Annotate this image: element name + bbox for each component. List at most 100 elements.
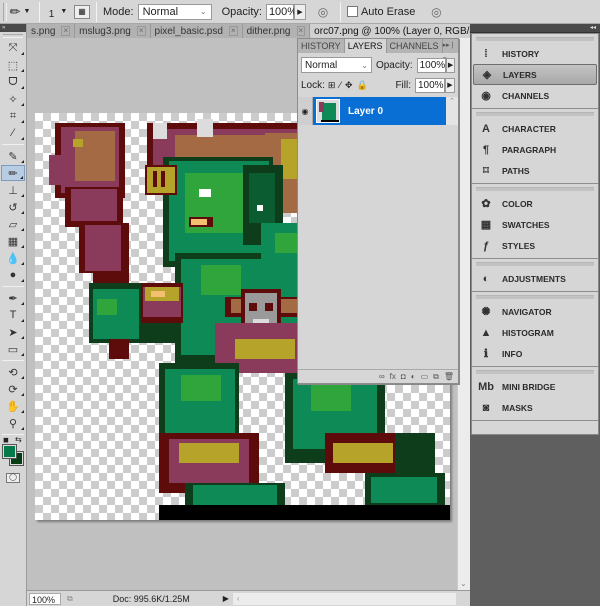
crop-tool[interactable]: ⌗ bbox=[1, 108, 25, 124]
quick-mask-button[interactable]: ◯ bbox=[6, 473, 20, 483]
mode-select[interactable]: Normal ⌄ bbox=[137, 3, 212, 20]
history-brush-tool[interactable]: ↺ bbox=[1, 199, 25, 215]
new-layer-icon[interactable]: ⧉ bbox=[433, 372, 439, 382]
opacity-input[interactable]: 100% bbox=[265, 3, 297, 20]
link-layers-icon[interactable]: ∞ bbox=[379, 372, 385, 381]
type-tool[interactable]: T bbox=[1, 307, 25, 323]
opacity-slider-toggle[interactable]: ▶ bbox=[293, 3, 306, 20]
tool-flyout-indicator bbox=[21, 228, 24, 231]
panel-menu-icon[interactable]: ▸▸ | ≡ bbox=[443, 39, 458, 63]
tablet-pressure-size-icon[interactable]: ◎ bbox=[425, 5, 447, 19]
dock-group-grip[interactable] bbox=[476, 37, 594, 41]
marquee-tool[interactable]: ⬚ bbox=[1, 57, 25, 73]
dock-item-color[interactable]: ✿ COLOR bbox=[473, 193, 597, 214]
dock-item-layers[interactable]: ◈ LAYERS bbox=[473, 64, 597, 85]
layer-row[interactable]: ◉ Layer 0 ⌃ bbox=[298, 97, 458, 125]
delete-layer-icon[interactable]: 🗑 bbox=[444, 372, 454, 381]
layer-opacity-slider-toggle[interactable]: ▶ bbox=[446, 57, 455, 73]
pencil-tool-preset-icon[interactable]: ✏ ▼ bbox=[7, 4, 33, 20]
adjustment-layer-icon[interactable]: ◐ bbox=[411, 372, 416, 381]
document-tab[interactable]: mslug3.png × bbox=[75, 24, 151, 38]
hand-tool[interactable]: ✋ bbox=[1, 398, 25, 414]
layer-item-selected[interactable]: Layer 0 bbox=[313, 97, 446, 125]
zoom-level-field[interactable]: 100% bbox=[29, 592, 61, 605]
healing-brush-tool[interactable]: ✎ bbox=[1, 148, 25, 164]
fill-slider-toggle[interactable]: ▶ bbox=[445, 77, 455, 93]
dock-item-swatches[interactable]: ▦ SWATCHES bbox=[473, 214, 597, 235]
dock-item-histogram[interactable]: ▲ HISTOGRAM bbox=[473, 322, 597, 343]
pen-tool[interactable]: ✒ bbox=[1, 290, 25, 306]
add-mask-icon[interactable]: ◘ bbox=[401, 372, 406, 381]
dock-collapse-button[interactable]: ◂◂ bbox=[470, 24, 600, 33]
dock-item-paths[interactable]: ⌑ PATHS bbox=[473, 160, 597, 181]
magic-wand-tool[interactable]: ✧ bbox=[1, 91, 25, 107]
status-icon[interactable]: ⧉ bbox=[67, 594, 73, 604]
visibility-eye-icon[interactable]: ◉ bbox=[298, 97, 313, 125]
swap-colors-icon[interactable]: ⇆ bbox=[15, 435, 22, 444]
eraser-tool[interactable]: ▱ bbox=[1, 216, 25, 232]
path-selection-tool[interactable]: ➤ bbox=[1, 324, 25, 340]
tools-panel-collapse[interactable]: » bbox=[0, 24, 26, 32]
foreground-color-swatch[interactable] bbox=[2, 444, 17, 459]
tablet-pressure-opacity-icon[interactable]: ◎ bbox=[312, 5, 334, 19]
dodge-tool[interactable]: ● bbox=[1, 267, 25, 283]
dock-item-history[interactable]: ⁞ HISTORY bbox=[473, 43, 597, 64]
fx-icon[interactable]: fx bbox=[390, 372, 396, 381]
dock-group-grip[interactable] bbox=[476, 187, 594, 191]
move-tool[interactable]: ⤧ bbox=[1, 40, 25, 56]
close-tab-icon[interactable]: × bbox=[136, 26, 146, 36]
auto-erase-checkbox[interactable] bbox=[346, 6, 358, 17]
dock-item-character[interactable]: A CHARACTER bbox=[473, 118, 597, 139]
rectangle-tool[interactable]: ▭ bbox=[1, 341, 25, 357]
eyedropper-tool[interactable]: ⁄ bbox=[1, 125, 25, 141]
blur-tool[interactable]: 💧 bbox=[1, 250, 25, 266]
default-colors-icon[interactable]: ◼ bbox=[3, 436, 9, 444]
dock-item-label: CHARACTER bbox=[502, 123, 556, 134]
fill-input[interactable]: 100% bbox=[415, 77, 445, 93]
document-tab[interactable]: pixel_basic.psd × bbox=[151, 24, 243, 38]
dock-item-navigator[interactable]: ✺ NAVIGATOR bbox=[473, 301, 597, 322]
layer-opacity-input[interactable]: 100% bbox=[416, 57, 447, 73]
zoom-tool[interactable]: ⚲ bbox=[1, 415, 25, 431]
lock-image-icon[interactable]: ⁄ bbox=[339, 80, 341, 90]
brush-panel-toggle-icon[interactable]: ▦ bbox=[74, 4, 90, 19]
dock-item-adjustments[interactable]: ◐ ADJUSTMENTS bbox=[473, 268, 597, 289]
close-tab-icon[interactable]: × bbox=[296, 26, 306, 36]
tool-flyout-indicator bbox=[21, 160, 24, 163]
lock-position-icon[interactable]: ✥ bbox=[345, 80, 353, 91]
panel-tab-layers[interactable]: LAYERS bbox=[344, 39, 387, 53]
gradient-tool[interactable]: ▦ bbox=[1, 233, 25, 249]
lasso-tool[interactable]: ᗜ bbox=[1, 74, 25, 90]
dock-item-styles[interactable]: ƒ STYLES bbox=[473, 235, 597, 256]
clone-stamp-tool[interactable]: ⊥ bbox=[1, 182, 25, 198]
3d-orbit-tool[interactable]: ⟳ bbox=[1, 381, 25, 397]
dock-group-grip[interactable] bbox=[476, 112, 594, 116]
scroll-down-icon[interactable]: ⌄ bbox=[460, 579, 467, 588]
tools-panel-grip[interactable] bbox=[3, 34, 23, 38]
document-tab[interactable]: s.png × bbox=[27, 24, 76, 38]
dock-item-channels[interactable]: ◉ CHANNELS bbox=[473, 85, 597, 106]
dock-group-grip[interactable] bbox=[476, 262, 594, 266]
lock-transparent-icon[interactable]: ⊞ bbox=[328, 80, 336, 91]
lock-all-icon[interactable]: 🔒 bbox=[357, 80, 368, 91]
dock-group-grip[interactable] bbox=[476, 370, 594, 374]
blend-mode-select[interactable]: Normal ⌄ bbox=[301, 57, 372, 73]
dock-item-mini-bridge[interactable]: Mb MINI BRIDGE bbox=[473, 376, 597, 397]
dock-item-info[interactable]: ℹ INFO bbox=[473, 343, 597, 364]
close-tab-icon[interactable]: × bbox=[228, 26, 238, 36]
horizontal-scrollbar[interactable]: ‹ bbox=[232, 592, 456, 605]
layers-scroll-up-icon[interactable]: ⌃ bbox=[446, 97, 458, 125]
document-tab[interactable]: dither.png × bbox=[243, 24, 311, 38]
pencil-tool[interactable]: ✏ bbox=[1, 165, 25, 181]
document-tabs: s.png × mslug3.png × pixel_basic.psd × dither.… bbox=[27, 24, 517, 38]
close-tab-icon[interactable]: × bbox=[61, 26, 71, 36]
status-menu-arrow-icon[interactable]: ▶ bbox=[223, 594, 229, 603]
3d-rotate-tool[interactable]: ⟲ bbox=[1, 364, 25, 380]
panel-tab-history[interactable]: HISTORY bbox=[298, 39, 345, 53]
dock-group-grip[interactable] bbox=[476, 295, 594, 299]
dock-item-masks[interactable]: ◙ MASKS bbox=[473, 397, 597, 418]
new-group-icon[interactable]: ▭ bbox=[421, 372, 429, 381]
brush-size-picker[interactable]: 1 ▼ bbox=[46, 3, 70, 20]
panel-tab-channels[interactable]: CHANNELS bbox=[387, 39, 443, 53]
dock-item-paragraph[interactable]: ¶ PARAGRAPH bbox=[473, 139, 597, 160]
